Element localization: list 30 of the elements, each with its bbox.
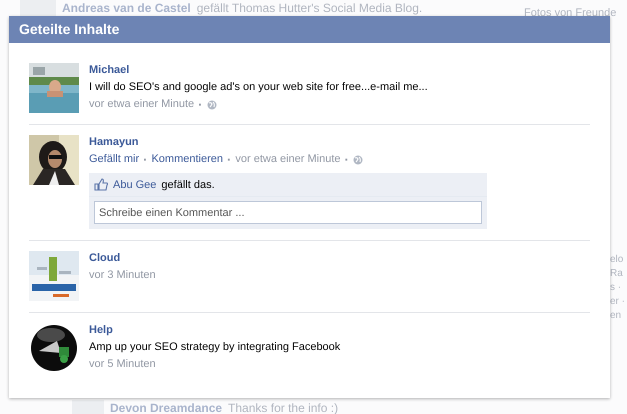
- avatar-placeholder: [20, 0, 56, 16]
- feed-text: gefällt Thomas Hutter's Social Media Blog.: [196, 0, 422, 16]
- action-link[interactable]: Kommentieren: [151, 152, 224, 167]
- like-text: gefällt das.: [161, 178, 215, 190]
- post-text: Amp up your SEO strategy by integrating Facebook: [89, 340, 342, 354]
- thumbs-up-icon: [94, 178, 108, 191]
- timestamp: vor 5 Minuten: [89, 357, 156, 372]
- separator-dot: ·: [143, 152, 148, 167]
- timestamp: vor etwa einer Minute: [235, 152, 341, 167]
- post-text: I will do SEO's and google ad's on your web site for free...e-mail me...: [89, 80, 429, 94]
- comment-field[interactable]: Schreibe einen Kommentar ...: [94, 201, 482, 224]
- timestamp: vor 3 Minuten: [89, 268, 156, 283]
- sidebar-text: Ra: [610, 267, 624, 281]
- dialog-title: Geteilte Inhalte: [9, 16, 610, 43]
- action-link[interactable]: Gefällt mir: [89, 152, 140, 167]
- user-link[interactable]: Hamayun: [89, 136, 590, 149]
- user-link[interactable]: Help: [89, 324, 590, 337]
- separator-dot: ·: [198, 97, 203, 112]
- sidebar-text: en: [610, 309, 622, 323]
- sidebar-text: elo: [610, 253, 624, 267]
- sidebar-text: s ·: [610, 281, 622, 295]
- sidebar-text: er ·: [610, 295, 626, 309]
- separator-dot: ·: [344, 152, 349, 167]
- separator-dot: ·: [227, 152, 232, 167]
- user-link[interactable]: Abu Gee: [113, 178, 156, 190]
- sidebar-heading: Fotos von Freunde: [524, 7, 616, 19]
- user-link[interactable]: Michael: [89, 64, 590, 77]
- user-link[interactable]: Cloud: [89, 252, 590, 265]
- avatar-placeholder: [72, 400, 104, 414]
- timestamp: vor etwa einer Minute: [89, 97, 194, 112]
